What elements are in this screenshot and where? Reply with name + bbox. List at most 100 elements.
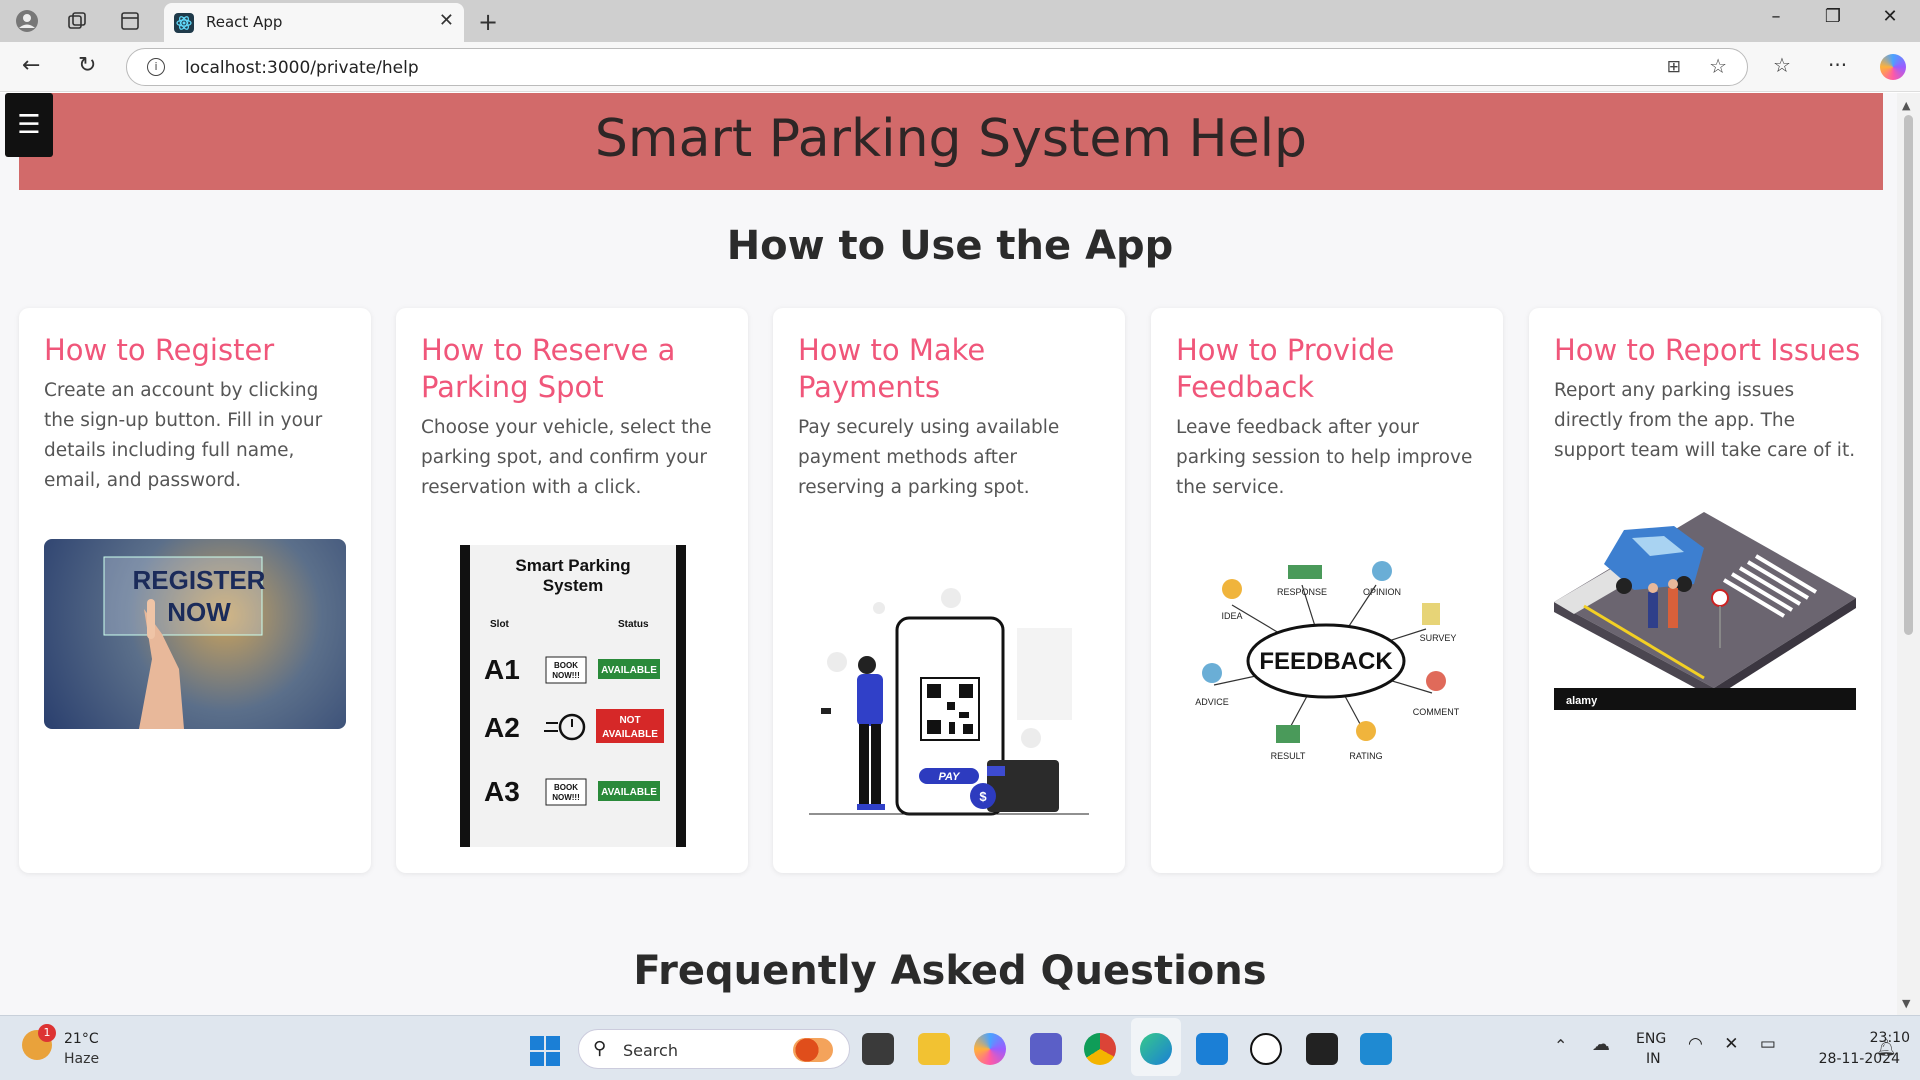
feedback-mindmap-image: FEEDBACK IDEA RESPONSE OPINION SURVEY AD… — [1176, 545, 1478, 777]
tab-actions-icon[interactable] — [117, 8, 143, 34]
svg-text:A1: A1 — [484, 654, 520, 685]
svg-text:A2: A2 — [484, 712, 520, 743]
page-title: Smart Parking System Help — [594, 109, 1308, 169]
svg-text:AVAILABLE: AVAILABLE — [601, 665, 657, 676]
teams-icon[interactable] — [1030, 1033, 1062, 1065]
page-header: Smart Parking System Help — [19, 93, 1883, 190]
chrome-icon[interactable] — [1084, 1033, 1116, 1065]
card-title: How to Reserve a Parking Spot — [421, 333, 676, 404]
profile-icon[interactable] — [14, 8, 40, 34]
back-arrow-icon[interactable]: ← — [22, 53, 40, 78]
svg-text:AVAILABLE: AVAILABLE — [601, 787, 657, 798]
weather-description[interactable]: Haze — [64, 1051, 99, 1067]
svg-text:PAY: PAY — [939, 771, 962, 783]
address-bar[interactable]: i localhost:3000/private/help ⊞ ☆ — [126, 48, 1748, 86]
browser-window: React App ✕ + – ❐ ✕ ← ↻ i localhost:3000… — [0, 0, 1920, 1080]
vscode-icon[interactable] — [1360, 1033, 1392, 1065]
wifi-sound-battery-icons[interactable]: ◠ ✕ ▭ — [1688, 1034, 1784, 1054]
dell-icon[interactable] — [1250, 1033, 1282, 1065]
parking-incident-image: alamy — [1554, 508, 1856, 710]
workspaces-icon[interactable] — [64, 8, 90, 34]
microsoft-store-icon[interactable] — [1196, 1033, 1228, 1065]
more-options-icon[interactable]: ··· — [1828, 53, 1847, 77]
notification-bell-icon[interactable]: 🔔︎ — [1876, 1038, 1896, 1057]
card-text: Report any parking issues directly from … — [1554, 380, 1856, 461]
close-window-icon[interactable]: ✕ — [1870, 6, 1910, 27]
scroll-up-arrow-icon[interactable]: ▲ — [1902, 99, 1910, 112]
card-text: Pay securely using available payment met… — [798, 417, 1060, 498]
svg-text:NOW!!!: NOW!!! — [552, 671, 580, 680]
terminal-icon[interactable] — [1306, 1033, 1338, 1065]
language-region[interactable]: IN — [1646, 1051, 1661, 1067]
app-available-icon[interactable]: ⊞ — [1667, 57, 1681, 77]
register-image-line2: NOW — [167, 597, 231, 627]
tab-title: React App — [206, 13, 283, 31]
svg-text:ADVICE: ADVICE — [1195, 697, 1229, 707]
favorite-star-icon[interactable]: ☆ — [1709, 54, 1727, 78]
hamburger-menu-button[interactable]: ☰ — [5, 93, 53, 157]
section-title: How to Use the App — [726, 223, 1174, 269]
svg-text:Smart Parking: Smart Parking — [515, 556, 630, 575]
close-tab-icon[interactable]: ✕ — [439, 10, 454, 31]
copilot-icon[interactable] — [1880, 54, 1906, 80]
svg-text:IDEA: IDEA — [1221, 611, 1242, 621]
svg-text:System: System — [543, 576, 603, 595]
svg-text:Status: Status — [618, 619, 649, 630]
svg-text:NOT: NOT — [619, 715, 640, 726]
card-title: How to Make Payments — [798, 333, 986, 404]
svg-text:BOOK: BOOK — [554, 661, 578, 670]
svg-text:SURVEY: SURVEY — [1420, 633, 1457, 643]
plus-icon[interactable]: + — [478, 8, 498, 36]
site-info-icon[interactable]: i — [147, 58, 165, 76]
url-text[interactable]: localhost:3000/private/help — [185, 58, 419, 78]
taskbar-search[interactable]: ⚲ Search — [578, 1029, 850, 1069]
onedrive-cloud-icon[interactable]: ☁ — [1592, 1034, 1610, 1055]
chevron-up-icon[interactable]: ⌃ — [1554, 1036, 1567, 1055]
search-icon: ⚲ — [593, 1038, 607, 1059]
tab-bar: React App ✕ + – ❐ ✕ — [0, 0, 1920, 42]
restore-icon[interactable]: ❐ — [1813, 6, 1853, 27]
svg-text:RATING: RATING — [1349, 751, 1382, 761]
svg-text:BOOK: BOOK — [554, 783, 578, 792]
card-title: How to Report Issues — [1554, 333, 1861, 367]
help-card-feedback: How to Provide Feedback Leave feedback a… — [1151, 308, 1503, 873]
svg-text:RESULT: RESULT — [1271, 751, 1306, 761]
react-favicon-icon — [174, 13, 194, 33]
refresh-icon[interactable]: ↻ — [78, 53, 96, 78]
card-text: Create an account by clicking the sign-u… — [44, 380, 323, 491]
svg-text:NOW!!!: NOW!!! — [552, 793, 580, 802]
weather-temperature[interactable]: 21°C — [64, 1031, 99, 1047]
scroll-thumb[interactable] — [1904, 115, 1913, 635]
task-view-icon[interactable] — [862, 1033, 894, 1065]
help-card-payments: How to Make Payments Pay securely using … — [773, 308, 1125, 873]
clock-time[interactable]: 23:10 — [1830, 1030, 1910, 1046]
svg-text:AVAILABLE: AVAILABLE — [602, 729, 658, 740]
windows-start-icon[interactable] — [530, 1036, 560, 1066]
register-image-line1: REGISTER — [133, 565, 266, 595]
language-indicator[interactable]: ENG — [1636, 1031, 1666, 1047]
edge-icon[interactable] — [1140, 1033, 1172, 1065]
card-text: Leave feedback after your parking sessio… — [1176, 417, 1473, 498]
browser-tab[interactable]: React App ✕ — [164, 3, 464, 42]
svg-text:Slot: Slot — [490, 619, 510, 630]
favorites-icon[interactable]: ☆ — [1773, 53, 1791, 77]
card-text: Choose your vehicle, select the parking … — [421, 417, 712, 498]
file-explorer-icon[interactable] — [918, 1033, 950, 1065]
svg-text:FEEDBACK: FEEDBACK — [1259, 648, 1393, 675]
qr-payment-image: PAY $ — [809, 570, 1089, 820]
svg-text:OPINION: OPINION — [1363, 587, 1401, 597]
smart-parking-slots-image: Smart Parking System Slot Status A1 BOOK… — [460, 545, 686, 847]
svg-text:$: $ — [979, 789, 987, 804]
minimize-icon[interactable]: – — [1756, 6, 1796, 27]
copilot-app-icon[interactable] — [974, 1033, 1006, 1065]
register-now-image: REGISTER NOW — [44, 539, 346, 729]
svg-text:A3: A3 — [484, 776, 520, 807]
faq-section-title: Frequently Asked Questions — [633, 948, 1267, 994]
svg-text:COMMENT: COMMENT — [1413, 707, 1460, 717]
card-title: How to Register — [44, 333, 275, 367]
scroll-down-arrow-icon[interactable]: ▼ — [1902, 997, 1910, 1010]
help-card-report: How to Report Issues Report any parking … — [1529, 308, 1881, 873]
search-highlight-icon — [793, 1038, 833, 1062]
svg-text:alamy: alamy — [1566, 695, 1598, 707]
page-scrollbar[interactable]: ▲ ▼ — [1897, 93, 1920, 1015]
